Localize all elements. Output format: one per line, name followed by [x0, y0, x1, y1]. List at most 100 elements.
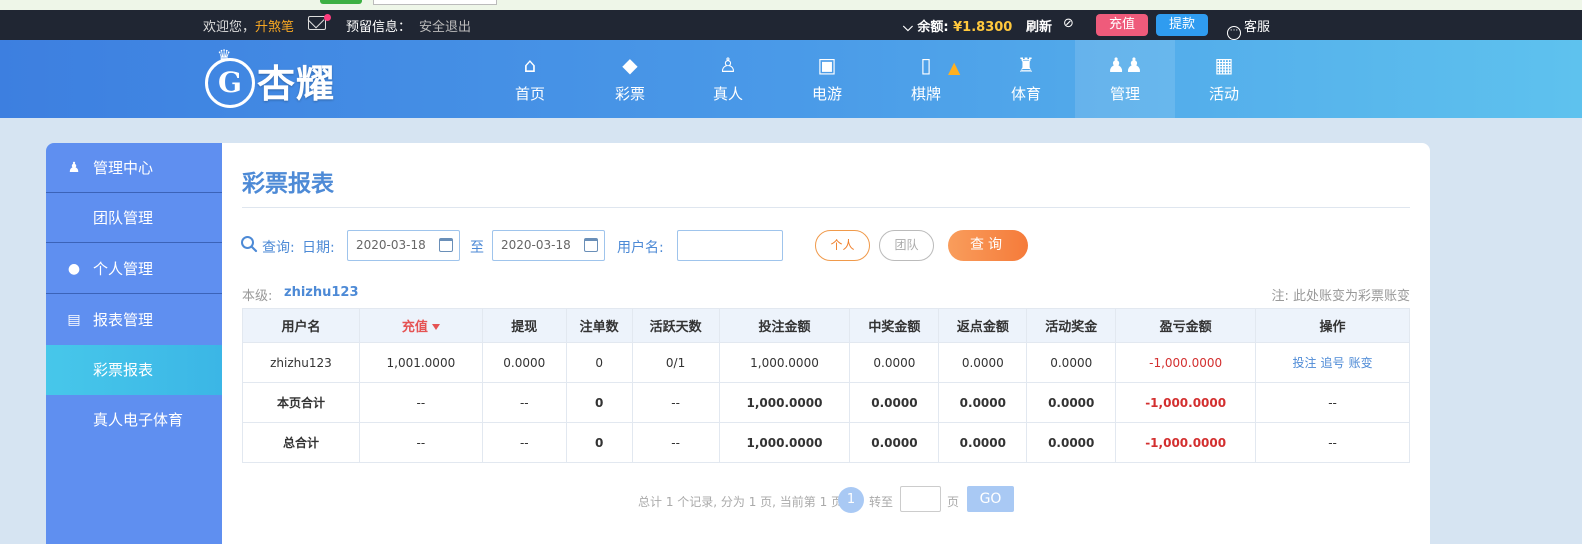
cell: 0.0000 [481, 342, 567, 383]
col-rebate: 返点金额 [938, 308, 1028, 343]
divider [242, 207, 1410, 208]
cell: 0.0000 [1026, 422, 1117, 463]
cell: 1,000.0000 [718, 382, 851, 423]
sidebar-item-team[interactable]: 团队管理 [46, 193, 222, 243]
query-button[interactable]: 查询 [948, 230, 1028, 261]
nav-label: 管理 [1109, 85, 1140, 103]
cell: -1,000.0000 [1115, 422, 1257, 463]
nav-manage[interactable]: ♟♟ 管理 [1075, 40, 1175, 118]
cell: -- [358, 382, 483, 423]
deposit-button[interactable]: 充值 [1096, 14, 1148, 36]
trophy-icon: ♜ [1017, 53, 1035, 77]
cell: 1,000.0000 [718, 422, 851, 463]
eye-hidden-icon[interactable]: ⊘ [1063, 16, 1074, 31]
date-from-input[interactable]: 2020-03-18 [347, 230, 460, 261]
page-button[interactable]: 1 [838, 487, 864, 513]
level-label: 本级: [242, 289, 273, 304]
nav-home[interactable]: ⌂ 首页 [480, 40, 580, 118]
logout-link[interactable]: 安全退出 [419, 16, 471, 35]
cell: -1,000.0000 [1115, 382, 1257, 423]
sidebar-item-label: 真人电子体育 [93, 411, 184, 429]
cell: 1,000.0000 [718, 342, 851, 383]
refresh-link[interactable]: 刷新 [1026, 16, 1052, 35]
username: 升煞笔 [255, 20, 295, 35]
cell: -- [1255, 422, 1410, 463]
actions-cell: 投注 追号 账变 [1255, 342, 1410, 383]
col-win-amount: 中奖金额 [849, 308, 940, 343]
calendar-icon[interactable] [439, 238, 453, 252]
page-label: 页 [947, 495, 960, 509]
nav-label: 电游 [811, 85, 842, 103]
cell: 0.0000 [1026, 382, 1117, 423]
strip-field [373, 0, 497, 5]
sidebar-item-lottery-report[interactable]: 彩票报表 [46, 345, 222, 395]
nav-events[interactable]: ▦ 活动 [1174, 40, 1274, 118]
cell: -- [481, 422, 567, 463]
nav-label: 彩票 [614, 85, 645, 103]
calendar-icon[interactable] [584, 238, 598, 252]
report-panel: 彩票报表 查询: 日期: 2020-03-18 至 2020-03-18 用户名… [222, 143, 1430, 544]
date-to-input[interactable]: 2020-03-18 [492, 230, 605, 261]
bet-link[interactable]: 投注 [1293, 356, 1317, 370]
document-icon: ▤ [67, 312, 81, 328]
cell: 0.0000 [938, 382, 1028, 423]
sidebar-item-personal[interactable]: ● 个人管理 [46, 244, 222, 294]
sidebar-item-management-center[interactable]: ♟ 管理中心 [46, 143, 222, 193]
date-to-value: 2020-03-18 [501, 238, 571, 252]
nav-cards[interactable]: ▯ 棋牌 ▲ [876, 40, 976, 118]
date-from-value: 2020-03-18 [356, 238, 426, 252]
page-jump-input[interactable] [900, 486, 941, 512]
search-icon [241, 236, 258, 253]
balance: ⌵ 余额: ¥1.8300 [903, 16, 1012, 35]
sidebar: ♟ 管理中心 团队管理 ● 个人管理 ▤ 报表管理 彩票报表 真人电子体育 [46, 143, 222, 544]
nav-slots[interactable]: ▣ 电游 [777, 40, 877, 118]
nav-label: 活动 [1208, 85, 1239, 103]
col-profit: 盈亏金额 [1115, 308, 1257, 343]
logo-text: 杏耀 [257, 62, 336, 106]
cell: 0.0000 [849, 382, 940, 423]
account-change-link[interactable]: 账变 [1349, 356, 1373, 370]
nav-live[interactable]: ♙ 真人 [678, 40, 778, 118]
jump-label: 转至 [869, 495, 894, 509]
col-orders: 注单数 [565, 308, 633, 343]
sidebar-item-reports[interactable]: ▤ 报表管理 [46, 295, 222, 345]
home-icon: ⌂ [523, 53, 537, 77]
cell: -- [1255, 382, 1410, 423]
chevron-down-icon[interactable]: ⌵ [903, 20, 913, 35]
table-header: 用户名 充值 提现 注单数 活跃天数 投注金额 中奖金额 返点金额 活动奖金 盈… [242, 308, 1410, 343]
username-input[interactable] [677, 230, 783, 261]
chase-link[interactable]: 追号 [1321, 356, 1345, 370]
cell: 0/1 [631, 342, 720, 383]
balance-label: 余额: [917, 20, 949, 35]
customer-service-link[interactable]: ··· 客服 [1227, 16, 1270, 40]
fire-icon: ▲ [948, 58, 961, 77]
sidebar-item-label: 团队管理 [93, 209, 154, 227]
chat-icon: ··· [1227, 26, 1241, 40]
col-deposit[interactable]: 充值 [358, 308, 483, 343]
service-label: 客服 [1244, 20, 1271, 35]
level-value[interactable]: zhizhu123 [284, 285, 359, 300]
users-icon: ♟ [67, 160, 81, 176]
user-icon: ● [67, 261, 81, 277]
logo[interactable]: ♛ G 杏耀 [205, 46, 355, 112]
cell: 0.0000 [849, 342, 940, 383]
cell: -- [358, 422, 483, 463]
person-button[interactable]: 个人 [815, 230, 870, 261]
live-dealer-icon: ♙ [719, 53, 737, 77]
nav-sports[interactable]: ♜ 体育 [976, 40, 1076, 118]
cell: 总合计 [242, 422, 360, 463]
go-button[interactable]: GO [967, 486, 1014, 512]
card-icon: ▯ [920, 53, 932, 77]
col-bonus: 活动奖金 [1026, 308, 1117, 343]
sidebar-item-label: 报表管理 [93, 311, 154, 329]
date-label: 日期: [302, 240, 335, 256]
nav-lottery[interactable]: ◆ 彩票 [580, 40, 680, 118]
nav-label: 真人 [712, 85, 743, 103]
sidebar-item-live-sports[interactable]: 真人电子体育 [46, 395, 222, 445]
sidebar-item-label: 彩票报表 [93, 361, 154, 379]
cell: 0.0000 [938, 342, 1028, 383]
withdraw-button[interactable]: 提款 [1156, 14, 1208, 36]
slot-machine-icon: ▣ [817, 53, 837, 77]
sidebar-item-label: 个人管理 [93, 260, 154, 278]
team-button[interactable]: 团队 [879, 230, 934, 261]
